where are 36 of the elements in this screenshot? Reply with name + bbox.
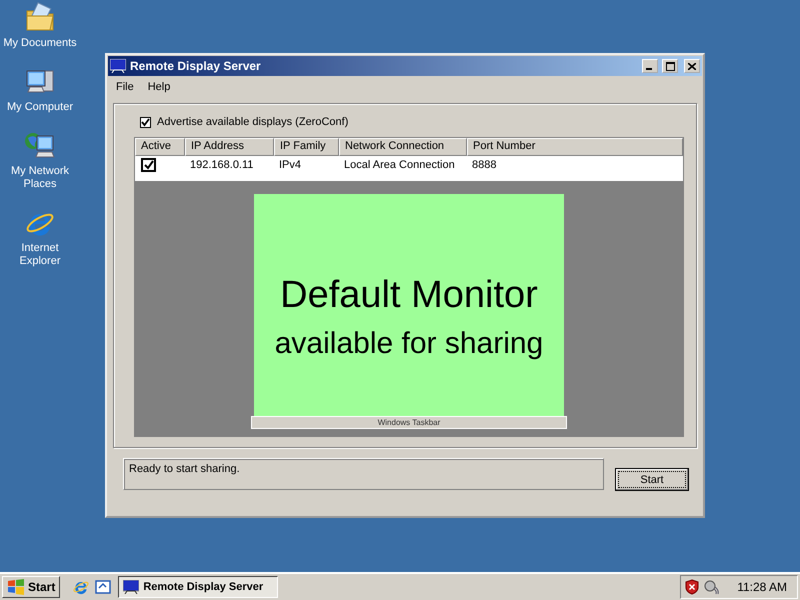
shield-icon[interactable] xyxy=(685,579,700,595)
menu-item[interactable]: File xyxy=(111,81,139,93)
column-header[interactable]: Port Number xyxy=(467,138,683,156)
windows-logo xyxy=(7,579,25,595)
close-icon xyxy=(688,62,696,70)
column-header[interactable]: Network Connection xyxy=(339,138,467,156)
monitor-icon xyxy=(123,580,140,594)
column-header[interactable]: Active xyxy=(135,138,185,156)
maximize-icon xyxy=(666,62,674,70)
preview-subtitle: available for sharing xyxy=(274,326,544,360)
monitor-icon xyxy=(110,59,126,73)
checkbox[interactable] xyxy=(141,158,156,172)
checkbox-label[interactable]: Advertise available displays (ZeroConf) xyxy=(157,116,348,128)
start-button[interactable]: Start xyxy=(615,468,689,491)
column-header[interactable]: IP Family xyxy=(274,138,339,156)
menu-item[interactable]: Help xyxy=(142,81,176,93)
minimize-button[interactable] xyxy=(642,59,658,73)
window-title: Remote Display Server xyxy=(130,59,262,73)
desktop-icon-label[interactable]: My Documents xyxy=(0,37,80,50)
preview-title: Default Monitor xyxy=(280,274,538,316)
taskbar-button[interactable]: Remote Display Server xyxy=(118,576,278,598)
start-button[interactable]: Start xyxy=(2,576,60,598)
status-text: Ready to start sharing. xyxy=(123,458,604,490)
desktop-icon-label[interactable]: My Computer xyxy=(0,101,80,114)
clock[interactable]: 11:28 AM xyxy=(737,580,787,594)
taskbar-preview: Windows Taskbar xyxy=(251,416,567,429)
table-cell-text: 8888 xyxy=(471,159,498,171)
desktop-icon-label[interactable]: Internet Explorer xyxy=(0,242,80,268)
table-cell-text: 192.168.0.11 xyxy=(189,159,254,171)
close-button[interactable] xyxy=(684,59,700,73)
checkbox[interactable] xyxy=(140,116,151,128)
column-header[interactable]: IP Address xyxy=(185,138,274,156)
table-cell-text: IPv4 xyxy=(278,159,302,171)
desktop-icon-label[interactable]: My Network Places xyxy=(0,165,80,191)
maximize-button[interactable] xyxy=(662,59,678,73)
table-cell-text: Local Area Connection xyxy=(343,159,456,171)
